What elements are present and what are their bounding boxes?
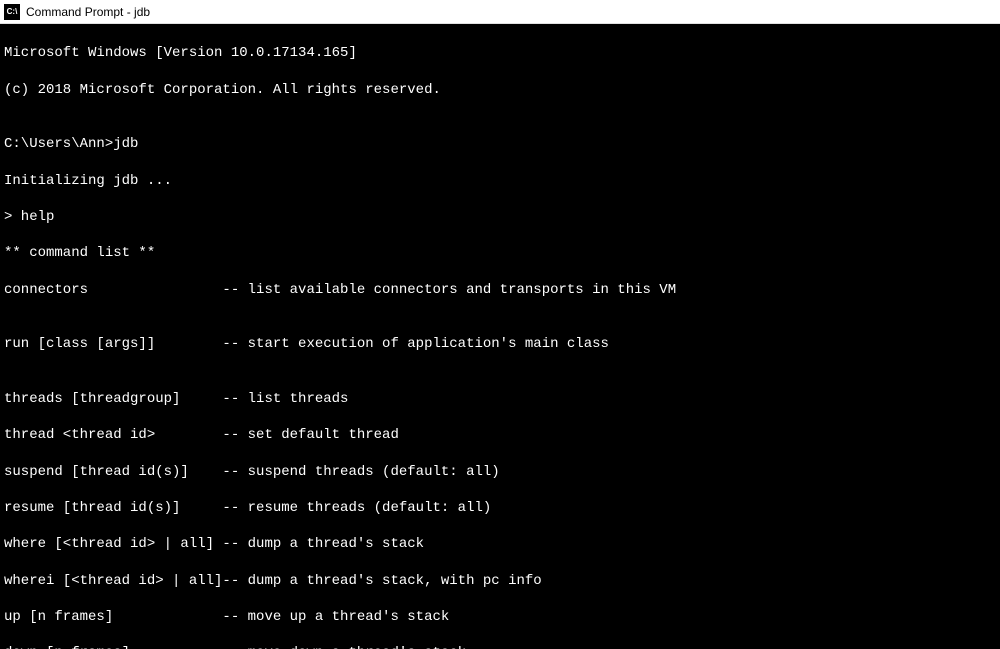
window-title: Command Prompt - jdb [26, 5, 150, 19]
term-line: Initializing jdb ... [4, 172, 996, 190]
term-line: thread <thread id> -- set default thread [4, 426, 996, 444]
term-line: connectors -- list available connectors … [4, 281, 996, 299]
term-line: ** command list ** [4, 244, 996, 262]
term-line: (c) 2018 Microsoft Corporation. All righ… [4, 81, 996, 99]
term-line: wherei [<thread id> | all]-- dump a thre… [4, 572, 996, 590]
term-line: Microsoft Windows [Version 10.0.17134.16… [4, 44, 996, 62]
term-line: > help [4, 208, 996, 226]
cmd-icon: C:\ [4, 4, 20, 20]
term-line: where [<thread id> | all] -- dump a thre… [4, 535, 996, 553]
term-line: down [n frames] -- move down a thread's … [4, 644, 996, 649]
term-line: run [class [args]] -- start execution of… [4, 335, 996, 353]
term-line: up [n frames] -- move up a thread's stac… [4, 608, 996, 626]
term-line: suspend [thread id(s)] -- suspend thread… [4, 463, 996, 481]
window-title-bar: C:\ Command Prompt - jdb [0, 0, 1000, 24]
term-line: C:\Users\Ann>jdb [4, 135, 996, 153]
terminal-output[interactable]: Microsoft Windows [Version 10.0.17134.16… [0, 24, 1000, 649]
term-line: threads [threadgroup] -- list threads [4, 390, 996, 408]
term-line: resume [thread id(s)] -- resume threads … [4, 499, 996, 517]
